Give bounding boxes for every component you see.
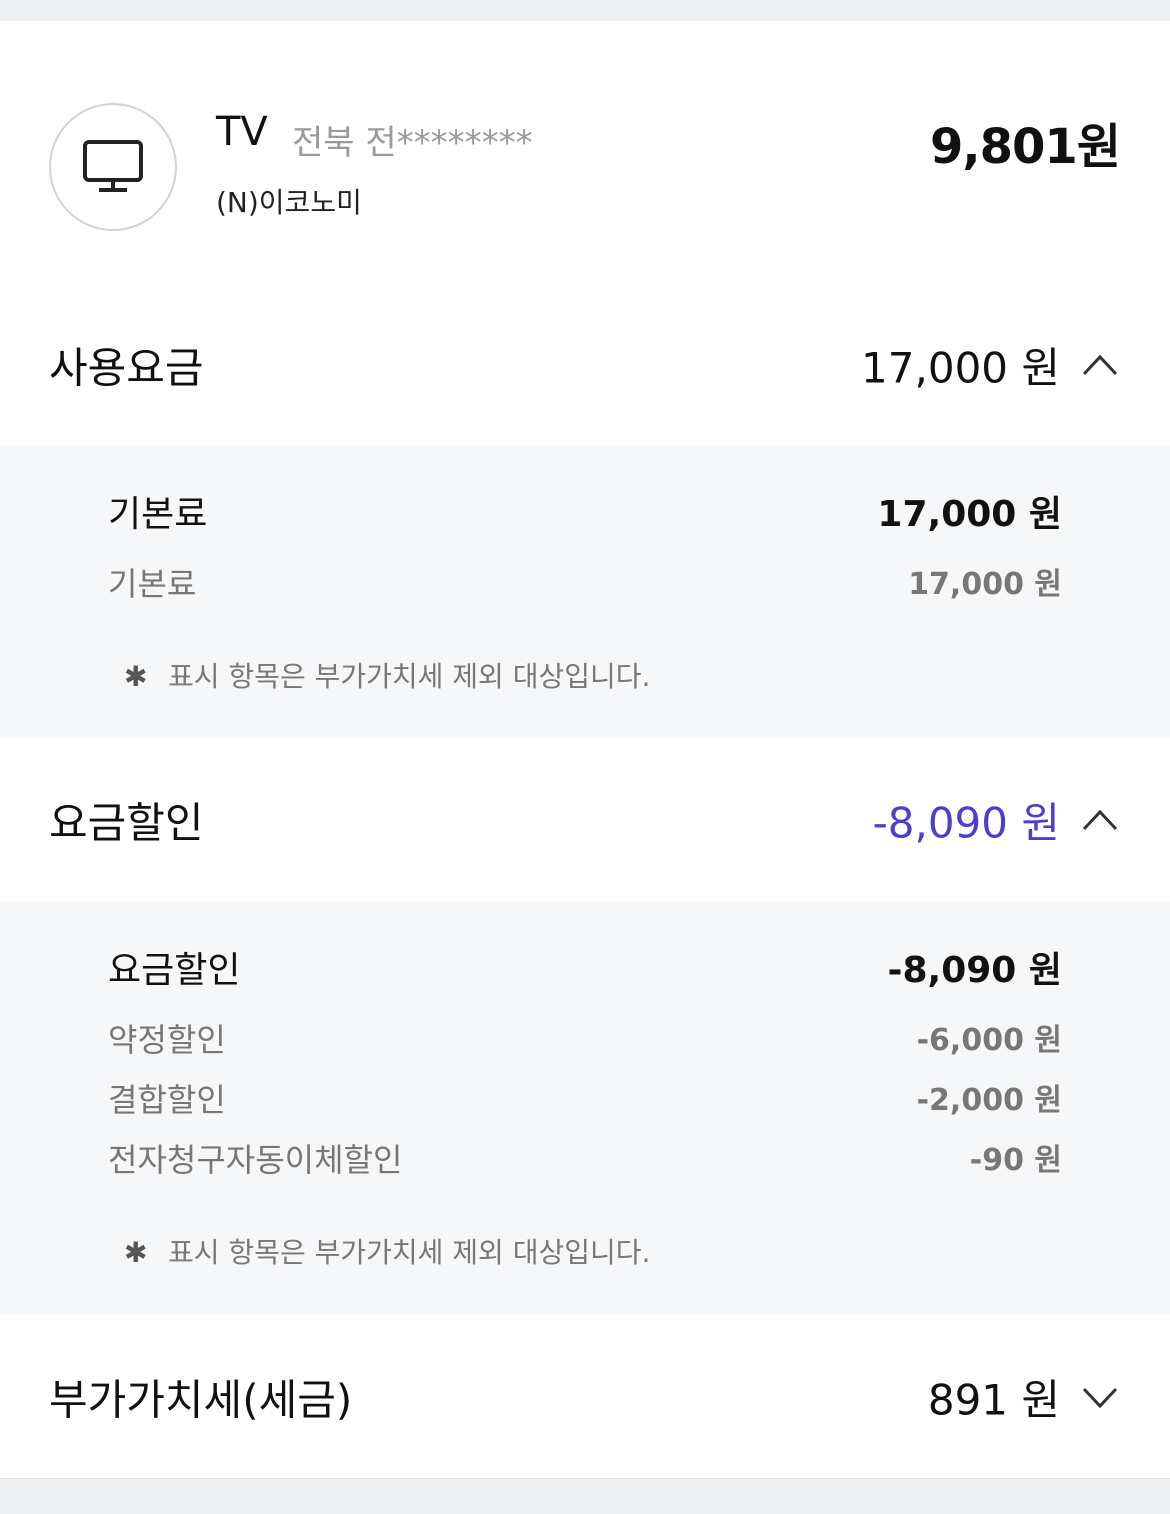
bill-detail-card: TV 전북 전******** (N)이코노미 9,801원 사용요금 17,0…	[0, 21, 1170, 1478]
discount-item-value: -6,000 원	[916, 1023, 1062, 1058]
vat-amount: 891 원	[927, 1375, 1060, 1425]
discount-item-value: -2,000 원	[916, 1083, 1062, 1118]
usage-fee-title: 사용요금	[49, 343, 204, 393]
discount-item-value: -90 원	[969, 1143, 1062, 1178]
usage-item-label: 기본료	[108, 565, 197, 603]
service-owner: 전북 전********	[292, 123, 533, 163]
discount-item-label: 결합할인	[108, 1081, 226, 1119]
note-text: 표시 항목은 부가가치세 제외 대상입니다.	[168, 660, 651, 693]
asterisk-icon: ✱	[124, 1236, 148, 1269]
note-text: 표시 항목은 부가가치세 제외 대상입니다.	[168, 1236, 651, 1269]
discount-title: 요금할인	[49, 798, 204, 848]
discount-item-label: 전자청구자동이체할인	[108, 1141, 403, 1179]
discount-section-toggle[interactable]: 요금할인 -8,090 원	[0, 755, 1170, 885]
chevron-up-icon	[1082, 809, 1118, 831]
service-name: TV	[216, 109, 268, 155]
usage-fee-section-toggle[interactable]: 사용요금 17,000 원	[0, 300, 1170, 430]
chevron-up-icon	[1082, 354, 1118, 376]
usage-main-label: 기본료	[108, 494, 208, 535]
service-total-amount: 9,801원	[930, 119, 1121, 175]
vat-exclusion-note: ✱ 표시 항목은 부가가치세 제외 대상입니다.	[124, 1231, 650, 1271]
discount-detail-panel: 요금할인 -8,090 원 약정할인 -6,000 원 결합할인 -2,000 …	[0, 901, 1170, 1315]
vat-exclusion-note: ✱ 표시 항목은 부가가치세 제외 대상입니다.	[124, 655, 650, 695]
usage-fee-amount: 17,000 원	[861, 343, 1060, 393]
discount-amount: -8,090 원	[872, 798, 1060, 848]
service-plan: (N)이코노미	[216, 186, 362, 219]
usage-main-value: 17,000 원	[877, 494, 1062, 535]
bottom-divider	[0, 1478, 1170, 1514]
asterisk-icon: ✱	[124, 660, 148, 693]
discount-main-value: -8,090 원	[887, 950, 1062, 991]
tv-icon	[49, 103, 177, 231]
usage-item-value: 17,000 원	[908, 567, 1062, 602]
vat-section-toggle[interactable]: 부가가치세(세금) 891 원	[0, 1332, 1170, 1462]
discount-main-label: 요금할인	[108, 950, 241, 991]
chevron-down-icon	[1082, 1387, 1118, 1409]
vat-title: 부가가치세(세금)	[49, 1375, 353, 1425]
discount-item-label: 약정할인	[108, 1021, 226, 1059]
usage-fee-detail-panel: 기본료 17,000 원 기본료 17,000 원 ✱ 표시 항목은 부가가치세 …	[0, 445, 1170, 738]
